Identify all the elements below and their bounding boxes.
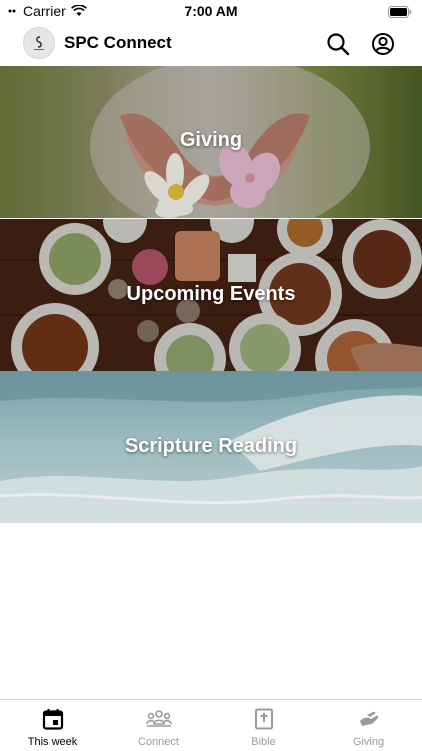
tab-bible-label: Bible <box>251 736 276 748</box>
app-header: SPC Connect <box>0 22 422 65</box>
upcoming-events-tile[interactable]: Upcoming Events <box>0 219 422 371</box>
battery-icon <box>388 5 412 23</box>
scripture-reading-tile-label: Scripture Reading <box>124 435 298 457</box>
tab-this-week-label: This week <box>27 736 78 748</box>
status-time: 7:00 AM <box>184 3 238 19</box>
search-button[interactable] <box>325 31 351 57</box>
user-circle-icon <box>372 33 394 55</box>
church-logo[interactable] <box>23 27 55 59</box>
giving-tile-label: Giving <box>179 129 243 151</box>
tab-giving[interactable]: Giving <box>316 700 421 751</box>
status-bar: Carrier 7:00 AM <box>0 0 422 22</box>
calendar-icon <box>42 709 63 730</box>
hand-offering-icon <box>359 711 378 726</box>
tab-bar: This week Connect Bible Giving <box>0 699 422 751</box>
search-icon <box>327 33 350 56</box>
giving-tile[interactable]: Giving <box>0 66 422 218</box>
tab-giving-label: Giving <box>352 736 385 748</box>
tab-connect-label: Connect <box>138 736 179 748</box>
upcoming-events-tile-label: Upcoming Events <box>126 283 296 305</box>
profile-button[interactable] <box>370 31 396 57</box>
scripture-reading-tile[interactable]: Scripture Reading <box>0 371 422 523</box>
tab-connect[interactable]: Connect <box>106 700 211 751</box>
tab-bible[interactable]: Bible <box>211 700 316 751</box>
app-title: SPC Connect <box>64 33 172 52</box>
bible-icon <box>254 708 273 730</box>
tab-this-week[interactable]: This week <box>0 700 105 751</box>
group-icon <box>145 710 172 727</box>
